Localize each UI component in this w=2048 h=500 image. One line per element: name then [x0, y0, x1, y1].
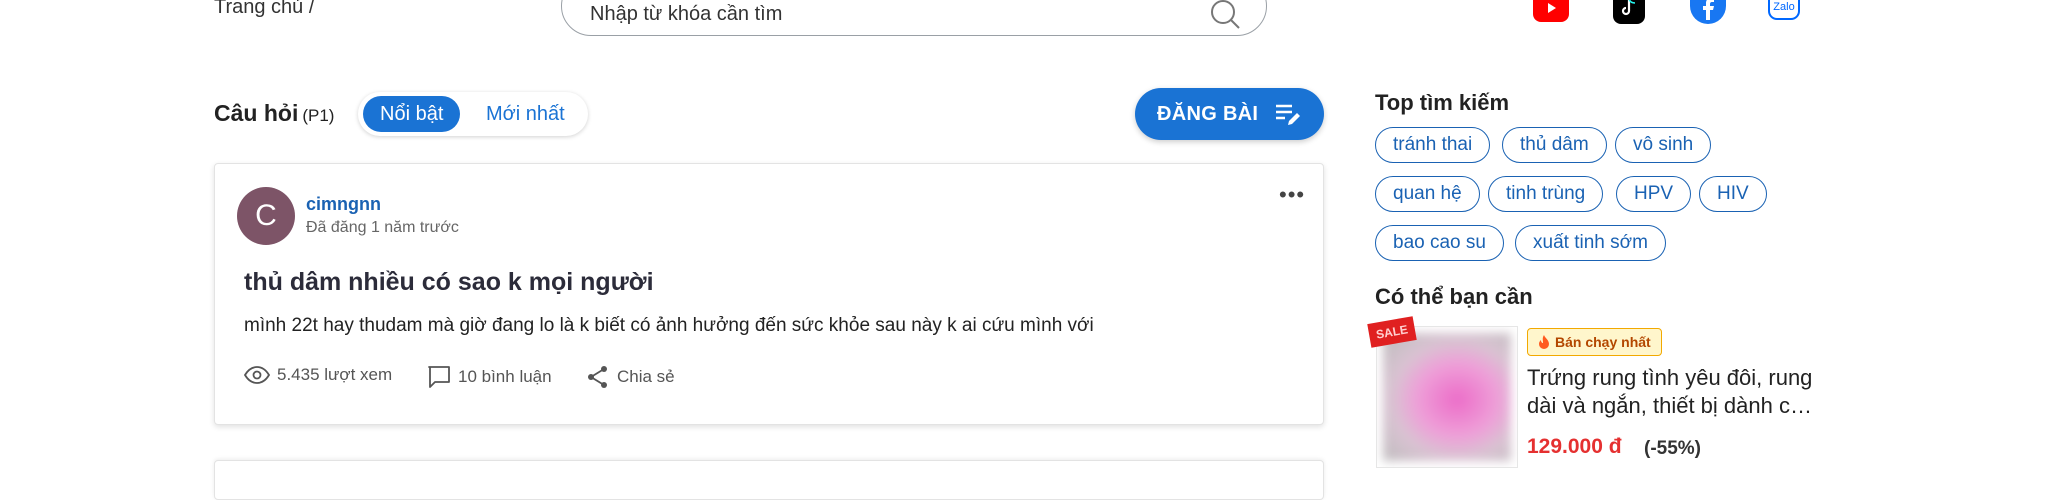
view-count-text: 5.435 lượt xem	[277, 365, 393, 384]
question-card[interactable]	[214, 460, 1324, 500]
comment-count[interactable]: 10 bình luận	[427, 365, 552, 389]
fire-icon	[1539, 334, 1549, 349]
questions-title: Câu hỏi (P1)	[214, 100, 334, 127]
share-icon	[588, 366, 607, 388]
search-tag[interactable]: HPV	[1616, 176, 1692, 212]
question-card[interactable]: C cimngnn Đã đăng 1 năm trước ••• thủ dâ…	[214, 163, 1324, 425]
facebook-icon[interactable]	[1690, 0, 1726, 24]
search-tag[interactable]: thủ dâm	[1502, 127, 1607, 163]
avatar[interactable]: C	[237, 187, 295, 245]
search-icon[interactable]	[1208, 0, 1242, 36]
create-post-label: ĐĂNG BÀI	[1157, 102, 1259, 125]
search-bar[interactable]	[561, 0, 1267, 36]
post-body: mình 22t hay thudam mà giờ đang lo là k …	[244, 315, 1094, 336]
product-name[interactable]: Trứng rung tình yêu đôi, rung dài và ngắ…	[1527, 364, 1847, 420]
search-tag[interactable]: tránh thai	[1375, 127, 1491, 163]
create-post-button[interactable]: ĐĂNG BÀI	[1135, 88, 1324, 140]
search-tag[interactable]: vô sinh	[1615, 127, 1712, 163]
product-image[interactable]	[1376, 326, 1518, 468]
more-options-icon[interactable]: •••	[1279, 182, 1305, 208]
comment-count-text: 10 bình luận	[458, 367, 552, 386]
tiktok-icon[interactable]	[1613, 0, 1645, 24]
share-label: Chia sẻ	[617, 367, 675, 386]
breadcrumb[interactable]: Trang chủ /	[214, 0, 314, 19]
page-indicator: (P1)	[302, 106, 335, 125]
product-discount: (-55%)	[1644, 438, 1702, 459]
share-button[interactable]: Chia sẻ	[586, 365, 675, 389]
product-photo	[1383, 333, 1511, 461]
youtube-icon[interactable]	[1533, 0, 1569, 22]
top-search-title: Top tìm kiếm	[1375, 90, 1510, 115]
edit-list-icon	[1276, 104, 1300, 125]
author-name[interactable]: cimngnn	[306, 194, 381, 215]
eye-icon	[244, 366, 270, 384]
comment-icon	[428, 366, 450, 388]
suggest-title: Có thể bạn cần	[1375, 284, 1533, 309]
search-tag[interactable]: bao cao su	[1375, 225, 1504, 261]
search-input[interactable]	[590, 3, 1190, 26]
search-tag[interactable]: tinh trùng	[1488, 176, 1604, 212]
questions-title-text: Câu hỏi	[214, 100, 299, 126]
post-title[interactable]: thủ dâm nhiều có sao k mọi người	[244, 268, 654, 297]
post-time: Đã đăng 1 năm trước	[306, 219, 459, 236]
sort-tabs: Nổi bật Mới nhất	[358, 92, 588, 136]
zalo-icon[interactable]: Zalo	[1768, 0, 1800, 20]
bestseller-label: Bán chạy nhất	[1555, 334, 1651, 350]
view-count: 5.435 lượt xem	[244, 365, 392, 385]
bestseller-badge: Bán chạy nhất	[1527, 328, 1662, 356]
search-tag[interactable]: xuất tinh sớm	[1515, 225, 1666, 261]
search-tag[interactable]: HIV	[1699, 176, 1767, 212]
product-price: 129.000 đ	[1527, 435, 1622, 458]
tab-newest[interactable]: Mới nhất	[469, 96, 582, 132]
tab-featured[interactable]: Nổi bật	[363, 96, 461, 132]
search-tag[interactable]: quan hệ	[1375, 176, 1480, 212]
